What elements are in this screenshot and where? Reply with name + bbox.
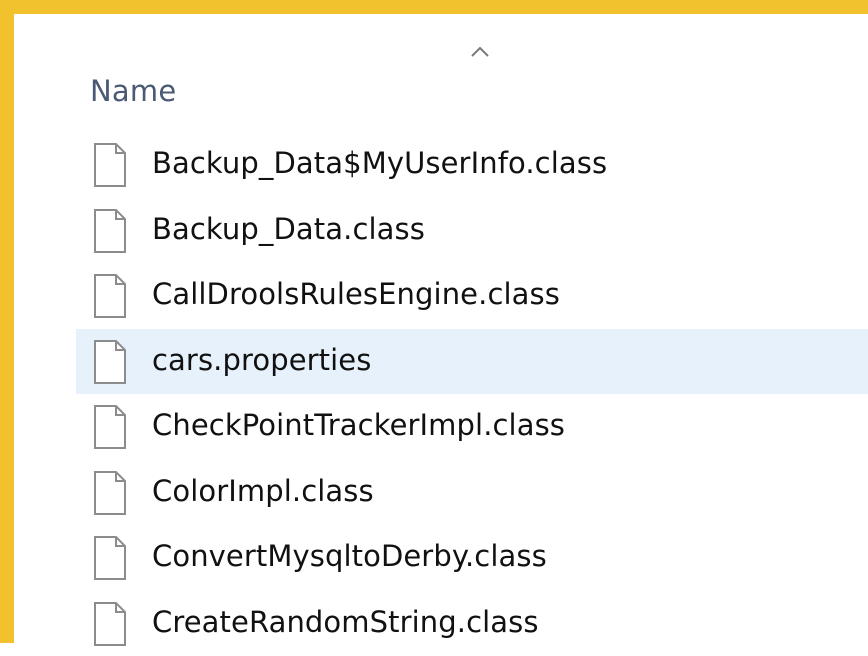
- file-name: ConvertMysqltoDerby.class: [152, 539, 547, 573]
- file-name: Backup_Data.class: [152, 212, 425, 246]
- file-icon: [92, 273, 128, 319]
- file-icon: [92, 601, 128, 647]
- file-row[interactable]: Backup_Data.class: [76, 198, 868, 264]
- file-icon: [92, 339, 128, 385]
- file-icon: [92, 535, 128, 581]
- column-header-name[interactable]: Name: [76, 64, 868, 116]
- file-row[interactable]: CreateRandomString.class: [76, 591, 868, 656]
- file-icon: [92, 470, 128, 516]
- file-row[interactable]: CheckPointTrackerImpl.class: [76, 394, 868, 460]
- column-header-label: Name: [90, 74, 176, 108]
- file-row[interactable]: Backup_Data$MyUserInfo.class: [76, 132, 868, 198]
- file-list: Backup_Data$MyUserInfo.class Backup_Data…: [76, 132, 868, 656]
- file-explorer-frame: Name Backup_Data$MyUserInfo.class Backup…: [0, 0, 868, 643]
- file-name: ColorImpl.class: [152, 474, 374, 508]
- file-row[interactable]: ConvertMysqltoDerby.class: [76, 525, 868, 591]
- file-name: cars.properties: [152, 343, 371, 377]
- file-row[interactable]: ColorImpl.class: [76, 460, 868, 526]
- file-name: Backup_Data$MyUserInfo.class: [152, 146, 607, 180]
- file-row[interactable]: CallDroolsRulesEngine.class: [76, 263, 868, 329]
- file-name: CallDroolsRulesEngine.class: [152, 277, 560, 311]
- file-name: CheckPointTrackerImpl.class: [152, 408, 565, 442]
- file-icon: [92, 208, 128, 254]
- file-icon: [92, 142, 128, 188]
- file-row-selected[interactable]: cars.properties: [76, 329, 868, 395]
- file-icon: [92, 404, 128, 450]
- chevron-up-icon[interactable]: [465, 42, 495, 62]
- file-name: CreateRandomString.class: [152, 605, 539, 639]
